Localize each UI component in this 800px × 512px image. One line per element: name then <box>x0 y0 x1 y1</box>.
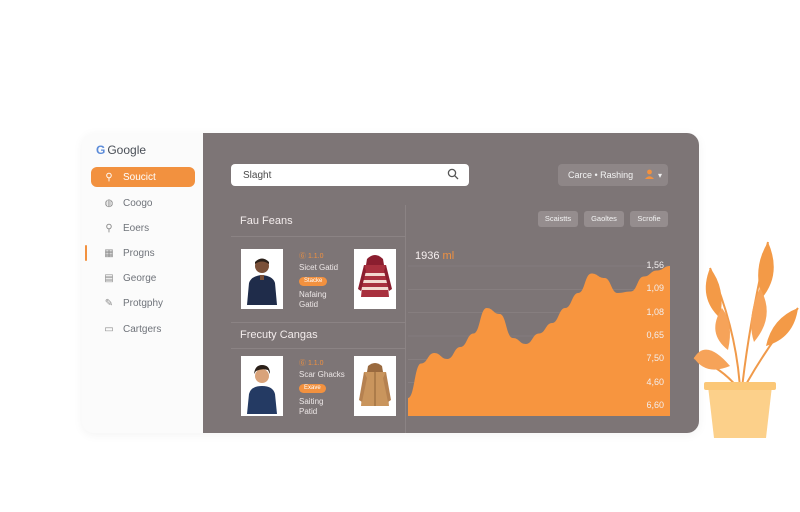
plant-illustration <box>693 241 799 438</box>
y-tick-label: 6,60 <box>646 400 664 410</box>
product-image-woman <box>241 356 283 416</box>
chevron-down-icon: ▾ <box>657 170 662 180</box>
chart-title-unit: ml <box>442 250 455 262</box>
app-window: G Google ⚲ Soucict ◍ Coogo ⚲ Eoers ▦ Prog… <box>82 133 699 433</box>
y-tick-label: 0,65 <box>646 330 664 340</box>
filter-button-gaoltes[interactable]: Gaoltes <box>584 211 624 227</box>
product-title: Sicet Gatid <box>299 263 339 272</box>
product-detail: Saiting <box>299 397 324 406</box>
magnifier-icon: ⚲ <box>105 222 113 234</box>
product-detail: Nafaing <box>299 290 327 299</box>
product-badge: Exave <box>299 384 326 393</box>
filter-button-scrofie[interactable]: Scrofie <box>630 211 668 227</box>
main-panel: Slaght Carce • Rashing ▾ Fau Feans Ⓖ 1.1… <box>203 133 699 433</box>
sidebar-item-label: Progns <box>123 247 155 259</box>
section-title-frecuty-cangas: Frecuty Cangas <box>240 329 318 341</box>
product-detail: Patid <box>299 407 318 416</box>
product-image-sweater <box>354 249 396 309</box>
y-tick-label: 4,60 <box>646 376 664 387</box>
section-title-fau-feans: Fau Feans <box>240 215 293 227</box>
sidebar-item-protgphy[interactable]: ✎ Protgphy <box>91 293 195 313</box>
search-bar[interactable]: Slaght <box>231 164 469 186</box>
sidebar-item-label: Soucict <box>123 171 156 183</box>
pencil-icon: ✎ <box>104 297 114 309</box>
sidebar-item-label: Cartgers <box>123 323 162 335</box>
logo-icon: G <box>96 143 106 157</box>
sidebar-item-george[interactable]: ▤ George <box>91 268 195 288</box>
section-divider <box>231 236 405 237</box>
sidebar-item-progns[interactable]: ▦ Progns <box>85 243 195 263</box>
search-icon: ⚲ <box>105 171 113 183</box>
product-image-man <box>241 249 283 309</box>
calendar-icon: ▦ <box>104 247 114 259</box>
y-tick-label: 7,50 <box>646 353 664 364</box>
sidebar-item-label: Eoers <box>123 222 150 234</box>
y-tick-label: 1,09 <box>646 283 664 294</box>
avatar-icon <box>644 168 655 182</box>
sidebar-item-eoers[interactable]: ⚲ Eoers <box>91 218 195 238</box>
brand-logo: G Google <box>96 143 146 157</box>
chart-title: 1936 ml <box>415 250 454 262</box>
search-icon[interactable] <box>445 168 461 183</box>
document-icon: ▤ <box>104 272 114 284</box>
product-tag: Ⓖ 1.1.0 <box>299 360 324 367</box>
account-dropdown-label: Carce • Rashing <box>568 170 634 180</box>
search-input[interactable]: Slaght <box>243 170 445 181</box>
chat-icon: ▭ <box>104 323 114 335</box>
product-image-jacket <box>354 356 396 416</box>
sidebar-item-label: Protgphy <box>123 297 164 309</box>
section-divider <box>231 348 405 349</box>
y-tick-label: 1,56 <box>646 260 664 270</box>
brand-name: Google <box>107 143 147 157</box>
globe-icon: ◍ <box>104 197 114 209</box>
product-tag: Ⓖ 1.1.0 <box>299 253 324 260</box>
filter-button-scaistts[interactable]: Scaistts <box>538 211 578 227</box>
sidebar-item-label: George <box>123 272 157 284</box>
product-card[interactable]: Ⓖ 1.1.0 Sicet Gatid Stacke Nafaing Gatid <box>241 249 401 311</box>
sidebar-item-coogo[interactable]: ◍ Coogo <box>91 193 195 213</box>
sidebar-item-label: Coogo <box>123 197 153 209</box>
product-badge: Stacke <box>299 277 328 286</box>
account-dropdown[interactable]: Carce • Rashing ▾ <box>558 164 668 186</box>
sidebar-item-cartgers[interactable]: ▭ Cartgers <box>91 319 195 339</box>
chart-title-value: 1936 <box>415 250 440 262</box>
product-detail: Gatid <box>299 300 319 309</box>
product-card[interactable]: Ⓖ 1.1.0 Scar Ghacks Exave Saiting Patid <box>241 356 401 418</box>
product-title: Scar Ghacks <box>299 370 345 379</box>
y-tick-label: 1,08 <box>646 306 664 317</box>
sidebar-item-search[interactable]: ⚲ Soucict <box>91 167 195 187</box>
column-divider <box>405 205 406 433</box>
sidebar: G Google ⚲ Soucict ◍ Coogo ⚲ Eoers ▦ Prog… <box>82 133 203 433</box>
section-divider <box>231 322 405 323</box>
